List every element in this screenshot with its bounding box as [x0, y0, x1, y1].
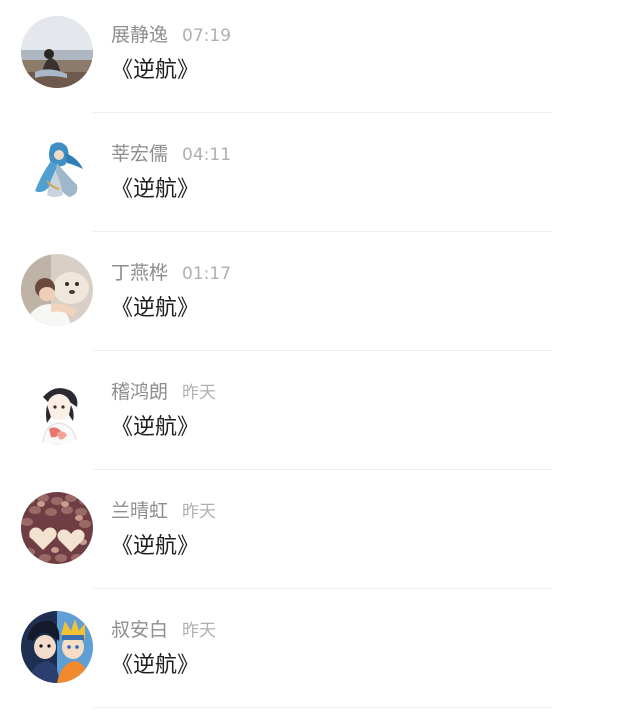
avatar-photo-person-by-sea-icon[interactable]	[21, 16, 93, 88]
divider	[93, 707, 552, 708]
comment-item[interactable]: 叔安白 昨天 《逆航》	[0, 595, 640, 714]
avatar-photo-child-with-dog-icon[interactable]	[21, 254, 93, 326]
author-name[interactable]: 兰晴虹	[111, 500, 168, 522]
comment-time: 昨天	[182, 621, 217, 641]
author-name[interactable]: 叔安白	[111, 619, 168, 641]
divider	[93, 588, 552, 589]
comment-meta: 莘宏儒 04:11	[111, 139, 231, 169]
author-name[interactable]: 展静逸	[111, 24, 168, 46]
divider	[93, 350, 552, 351]
comment-time: 昨天	[182, 383, 217, 403]
comment-text: 《逆航》	[111, 653, 200, 678]
comment-meta: 展静逸 07:19	[111, 20, 231, 50]
comment-item[interactable]: 莘宏儒 04:11 《逆航》	[0, 119, 640, 238]
comment-time: 07:19	[182, 26, 232, 46]
author-name[interactable]: 稽鸿朗	[111, 381, 168, 403]
divider	[93, 469, 552, 470]
comment-item[interactable]: 丁燕桦 01:17 《逆航》	[0, 238, 640, 357]
comment-time: 昨天	[182, 502, 217, 522]
comment-time: 04:11	[182, 145, 232, 165]
divider	[93, 112, 552, 113]
comment-meta: 兰晴虹 昨天	[111, 496, 216, 526]
comment-item[interactable]: 展静逸 07:19 《逆航》	[0, 0, 640, 119]
comment-meta: 叔安白 昨天	[111, 615, 216, 645]
comment-list: 展静逸 07:19 《逆航》 莘宏儒 04:11 《逆航》 丁燕桦 01:17 …	[0, 0, 640, 716]
comment-text: 《逆航》	[111, 58, 200, 83]
divider	[93, 231, 552, 232]
author-name[interactable]: 丁燕桦	[111, 262, 168, 284]
comment-meta: 稽鸿朗 昨天	[111, 377, 216, 407]
comment-text: 《逆航》	[111, 296, 200, 321]
comment-text: 《逆航》	[111, 177, 200, 202]
comment-text: 《逆航》	[111, 415, 200, 440]
comment-meta: 丁燕桦 01:17	[111, 258, 231, 288]
avatar-hearts-on-beans-icon[interactable]	[21, 492, 93, 564]
avatar-anime-two-boys-icon[interactable]	[21, 611, 93, 683]
comment-time: 01:17	[182, 264, 232, 284]
avatar-anime-blue-hair-girl-icon[interactable]	[21, 135, 93, 207]
comment-item[interactable]: 稽鸿朗 昨天 《逆航》	[0, 357, 640, 476]
comment-item[interactable]: 兰晴虹 昨天 《逆航》	[0, 476, 640, 595]
comment-text: 《逆航》	[111, 534, 200, 559]
author-name[interactable]: 莘宏儒	[111, 143, 168, 165]
avatar-anime-girl-sketch-icon[interactable]	[21, 373, 93, 445]
